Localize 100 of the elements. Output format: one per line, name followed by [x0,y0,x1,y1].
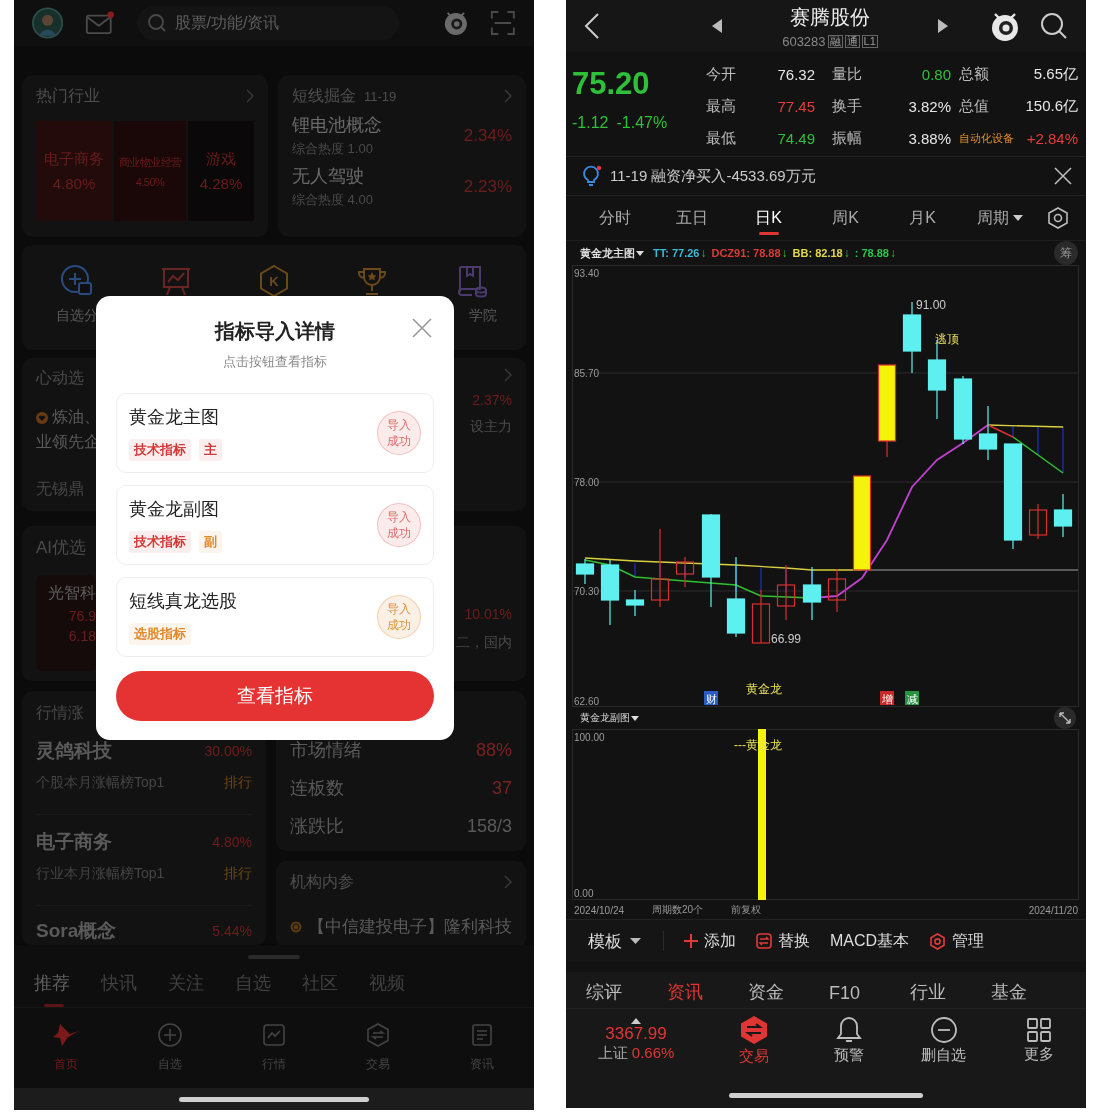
indicator-name: 短线真龙选股 [129,590,237,613]
indicator-card[interactable]: 黄金龙主图 技术指标 主 导入成功 [116,393,434,473]
toolbar-button[interactable]: MACD基本 [830,930,910,952]
info-tab[interactable]: 基金 [991,980,1072,1008]
notice-text[interactable]: 11-19 融资净买入-4533.69万元 [610,166,816,186]
toolbar-button[interactable]: 添加 [684,930,736,952]
chart-annotation: 黄金龙 [746,682,782,696]
ranking-link[interactable]: 排行 [224,774,252,792]
signal-marker[interactable]: 减 [905,691,919,705]
price-change: -1.12 [572,114,609,132]
stat-value: 76.32 [776,65,815,83]
headline-text[interactable]: 【中信建投电子】隆利科技 [308,915,512,938]
action-button[interactable]: 预警 [801,1015,896,1065]
target-icon [290,920,302,933]
info-tab[interactable]: F10 [829,983,910,1008]
change-value: 2.23% [463,176,512,197]
band-line [1037,425,1039,456]
indicator-card[interactable]: 黄金龙副图 技术指标 副 导入成功 [116,485,434,565]
stat-label: 量比 [831,64,863,84]
sector-name[interactable]: 锂电池概念 [292,113,382,137]
chevron-icon [246,89,254,103]
period-tab[interactable]: 日K [730,201,807,235]
stock-name[interactable]: 灵鸽科技 [36,738,112,764]
indicator-tag: 技术指标 [129,531,191,553]
previous-stock-icon[interactable] [712,19,722,33]
trend-arrow: ↓ [889,246,896,260]
market-index[interactable]: 3367.99 上证 0.66% [566,1017,706,1063]
swap-icon [756,933,772,949]
stock-tile[interactable]: 光智科 76.9 6.18 [36,575,96,671]
info-tab[interactable]: 行业 [910,980,991,1008]
axis-label: 62.60 [574,696,600,707]
chip-button[interactable]: 筹 [1054,241,1078,265]
expand-icon[interactable] [1054,707,1076,729]
card-title[interactable]: AI优选 [36,536,96,559]
settings-icon [929,932,947,950]
dialog-title: 指标导入详情 [215,319,335,344]
import-status-badge: 导入成功 [377,411,421,455]
indicator-card[interactable]: 短线真龙选股 选股指标 导入成功 [116,577,434,657]
period-tab[interactable]: 周K [807,201,884,235]
card-date: 11-19 [364,88,397,104]
change-value: 5.44% [212,923,252,939]
info-tab[interactable]: 资金 [748,980,829,1008]
card-title[interactable]: 热门行业 [36,85,100,107]
indicator-value: DCZ91: 78.88 [711,247,781,259]
stat-label: 换手 [831,96,863,116]
next-stock-icon[interactable] [938,19,948,33]
band-line [1012,425,1014,438]
shortcut-label[interactable]: 自选分 [56,307,99,325]
stock-price: 75.20 [572,66,651,102]
action-button[interactable]: 删自选 [896,1015,991,1065]
candlestick [751,589,771,644]
minus-circle-icon [929,1015,958,1044]
action-button[interactable]: 交易 [706,1014,801,1066]
indicator-tag: 主 [199,439,222,461]
info-tab[interactable]: 综评 [586,980,667,1008]
toolbar-button[interactable]: 替换 [756,930,810,952]
candlestick [776,564,796,621]
candlestick [1053,493,1073,538]
grid-icon [1025,1016,1052,1043]
change-value: 2.37% [472,392,512,408]
close-icon[interactable] [1054,167,1072,185]
home-indicator[interactable] [179,1096,369,1102]
candlestick [953,375,973,445]
toolbar-button[interactable]: 管理 [929,930,985,952]
indicator-selector[interactable]: 黄金龙副图 [580,711,639,725]
stock-title: 赛腾股份 [790,4,870,30]
period-tab[interactable]: 周期 [961,201,1038,235]
sector-name[interactable]: 无人驾驶 [292,164,373,188]
import-status-badge: 导入成功 [377,595,421,639]
info-tab[interactable]: 资讯 [667,980,748,1008]
feed-tab[interactable]: 推荐 [34,971,101,1005]
card-title[interactable]: 短线掘金 [292,86,356,104]
card-title[interactable]: 机构内参 [290,871,354,893]
stock-name[interactable]: Sora概念 [36,918,117,944]
period-tab[interactable]: 五日 [653,201,730,235]
period-tab[interactable]: 月K [884,201,961,235]
shortcut-label[interactable]: 学院 [468,307,497,325]
indicator-selector[interactable]: 黄金龙主图 [580,245,644,261]
change-value: 2.34% [463,125,512,146]
search-field[interactable]: 股票/功能/资讯 [136,6,399,40]
sector-label[interactable]: 自动化设备 [951,130,1013,146]
settings-icon[interactable] [1046,206,1070,230]
indicator-value: TT: 77.26 [653,247,700,259]
template-dropdown[interactable]: 模板 [588,931,664,951]
action-button[interactable]: 更多 [991,1016,1086,1064]
chevron-icon [504,875,512,889]
card-title[interactable]: 心动选 [36,368,100,389]
caret-icon [1012,215,1023,221]
search-icon[interactable] [1040,12,1068,40]
signal-marker[interactable]: 财 [704,691,718,705]
stock-name[interactable]: 电子商务 [36,829,112,855]
period-tab[interactable]: 分时 [576,201,653,235]
signal-marker[interactable]: 增 [880,691,894,705]
view-indicators-button[interactable]: 查看指标 [116,671,434,721]
change-value: 4.80% [212,834,252,850]
indicator-name: 黄金龙主图 [129,406,220,429]
stat-value: +2.84% [1025,129,1078,147]
dialog-subtitle: 点击按钮查看指标 [223,353,327,371]
ranking-link[interactable]: 排行 [224,865,252,883]
back-icon[interactable] [584,12,600,40]
